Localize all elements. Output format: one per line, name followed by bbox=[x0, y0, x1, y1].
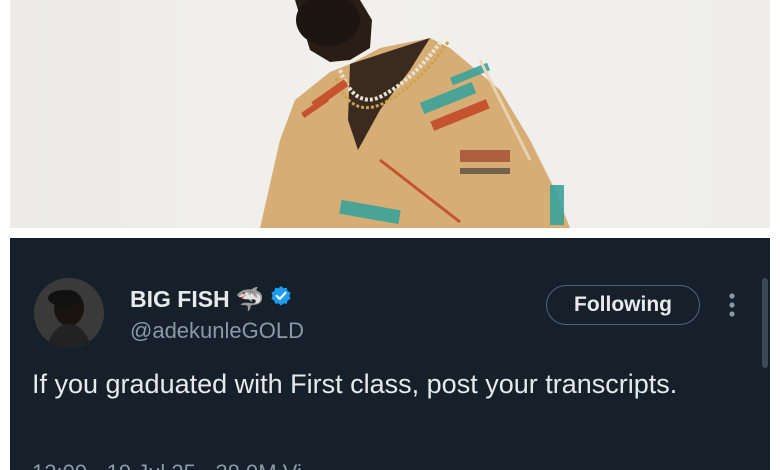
display-name[interactable]: BIG FISH 🦈 bbox=[130, 285, 292, 313]
avatar[interactable] bbox=[34, 278, 104, 348]
avatar-image bbox=[34, 278, 104, 348]
more-vertical-icon[interactable] bbox=[722, 290, 742, 320]
shark-emoji: 🦈 bbox=[235, 285, 265, 312]
photo-illustration bbox=[260, 0, 570, 228]
following-button[interactable]: Following bbox=[546, 285, 700, 325]
scrollbar[interactable] bbox=[762, 278, 768, 368]
tweet-meta: 12:09 · 19 Jul 25 · 38.9M Vi bbox=[32, 460, 302, 470]
verified-badge-icon bbox=[270, 285, 292, 313]
display-name-text: BIG FISH bbox=[130, 285, 230, 312]
tweet-card[interactable]: BIG FISH 🦈 @adekunleGOLD Following If yo… bbox=[10, 238, 770, 470]
user-handle[interactable]: @adekunleGOLD bbox=[130, 318, 304, 344]
post-photo[interactable] bbox=[10, 0, 770, 228]
tweet-text: If you graduated with First class, post … bbox=[32, 369, 678, 399]
